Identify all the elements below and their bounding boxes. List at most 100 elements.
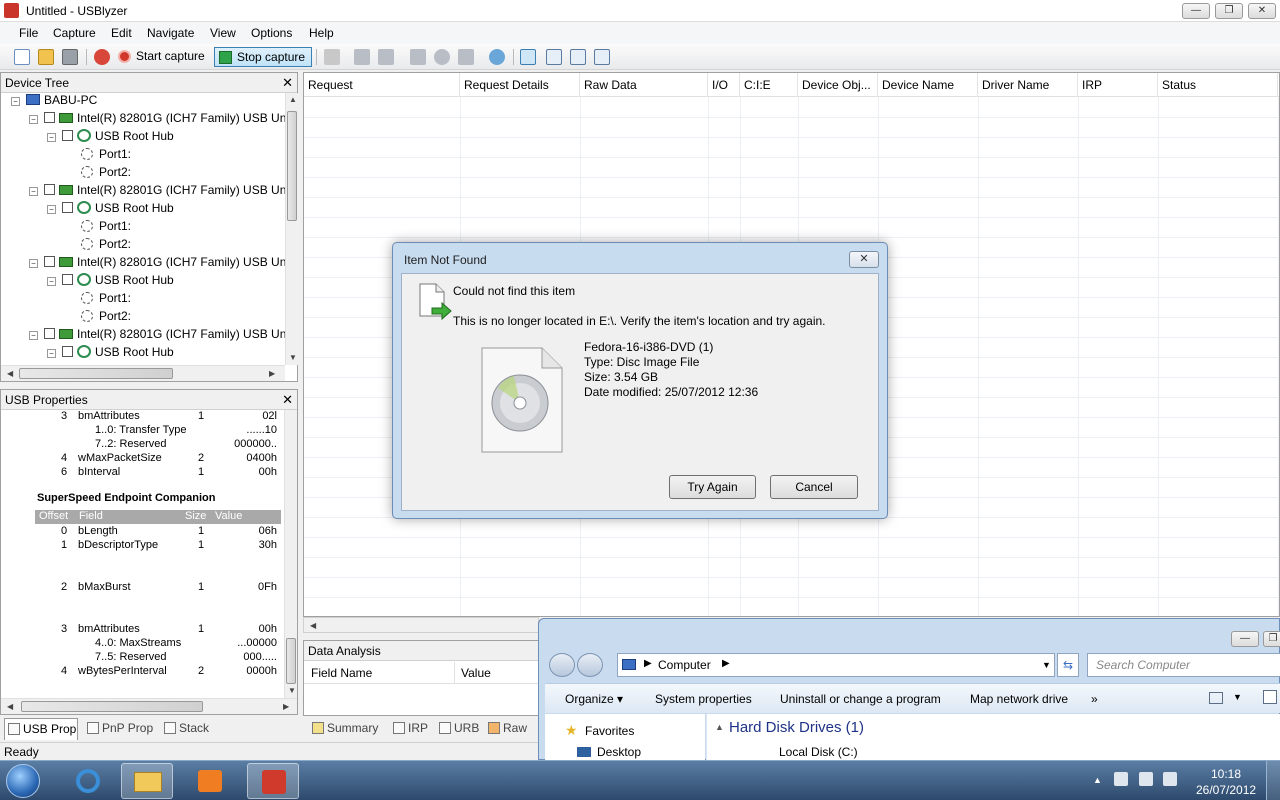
tab-urb[interactable]: URB (436, 718, 480, 740)
column-header[interactable]: C:I:E (740, 73, 798, 97)
tree-collapse-icon[interactable]: − (47, 133, 56, 142)
start-capture-button[interactable]: Start capture (114, 47, 211, 67)
usblyzer-taskbar-button[interactable] (247, 763, 299, 799)
refresh-address-icon[interactable]: ⇆ (1057, 653, 1079, 677)
column-value[interactable]: Value (461, 666, 491, 680)
property-row[interactable]: 4 wMaxPacketSize 2 0400h (1, 452, 281, 466)
address-dropdown-icon[interactable]: ▼ (1042, 660, 1051, 670)
try-again-button[interactable]: Try Again (669, 475, 756, 499)
map-network-drive-button[interactable]: Map network drive (970, 692, 1068, 706)
capture-settings-icon[interactable] (94, 49, 110, 65)
clock-date[interactable]: 26/07/2012 (1196, 783, 1256, 797)
dialog-close-button[interactable]: ✕ (849, 251, 879, 268)
tree-collapse-icon[interactable]: − (29, 331, 38, 340)
go-back-icon[interactable] (410, 49, 426, 65)
tree-item-hub[interactable]: − USB Root Hub (47, 273, 174, 291)
property-row[interactable]: 7..5: Reserved 000..... (1, 651, 281, 665)
usb-properties-vscroll-thumb[interactable] (286, 638, 296, 684)
tree-item-card[interactable]: − Intel(R) 82801G (ICH7 Family) USB Univ (29, 327, 285, 345)
close-window-button[interactable]: ✕ (1248, 3, 1276, 19)
search-box[interactable]: Search Computer (1087, 653, 1280, 677)
tree-collapse-icon[interactable]: − (29, 115, 38, 124)
layout-1-icon[interactable] (520, 49, 536, 65)
menu-navigate[interactable]: Navigate (147, 26, 194, 40)
tab-summary[interactable]: Summary (309, 718, 384, 740)
usb-properties-hscroll-thumb[interactable] (21, 701, 203, 712)
tree-item-port[interactable]: Port1: (65, 219, 131, 237)
tab-usb-prop[interactable]: USB Prop (4, 718, 78, 740)
menu-view[interactable]: View (210, 26, 236, 40)
more-commands-button[interactable]: » (1091, 692, 1098, 706)
find-icon[interactable] (434, 49, 450, 65)
address-bar[interactable]: ▶ Computer ▶ ▼ (617, 653, 1055, 677)
tab-irp[interactable]: IRP (390, 718, 432, 740)
save-icon[interactable] (62, 49, 78, 65)
collapse-group-icon[interactable]: ▲ (715, 722, 724, 732)
column-header[interactable]: Driver Name (978, 73, 1078, 97)
menu-capture[interactable]: Capture (53, 26, 96, 40)
tab-pnp-prop[interactable]: PnP Prop (84, 718, 156, 740)
new-file-icon[interactable] (14, 49, 30, 65)
tree-collapse-icon[interactable]: − (47, 205, 56, 214)
preview-pane-icon[interactable] (1263, 690, 1277, 704)
device-tree-vscroll-thumb[interactable] (287, 111, 297, 221)
property-row[interactable]: 4..0: MaxStreams ...00000 (1, 637, 281, 651)
cancel-button[interactable]: Cancel (770, 475, 858, 499)
device-checkbox[interactable] (62, 202, 73, 213)
minimize-button[interactable]: — (1182, 3, 1210, 19)
device-checkbox[interactable] (44, 328, 55, 339)
tree-collapse-icon[interactable]: − (47, 349, 56, 358)
layout-3-icon[interactable] (570, 49, 586, 65)
tree-collapse-icon[interactable]: − (47, 277, 56, 286)
device-tree-hscrollbar[interactable]: ◀ ▶ (1, 365, 285, 381)
properties-icon[interactable] (324, 49, 340, 65)
media-player-taskbar-button[interactable] (184, 763, 236, 799)
menu-file[interactable]: File (19, 26, 38, 40)
device-checkbox[interactable] (62, 130, 73, 141)
action-center-icon[interactable] (1139, 772, 1153, 786)
uninstall-program-button[interactable]: Uninstall or change a program (780, 692, 941, 706)
device-checkbox[interactable] (62, 346, 73, 357)
property-row[interactable]: 3 bmAttributes 1 00h (1, 623, 281, 637)
show-hidden-icons[interactable]: ▲ (1093, 775, 1102, 785)
back-button[interactable] (549, 653, 575, 677)
layout-4-icon[interactable] (594, 49, 610, 65)
property-row[interactable]: 1 bDescriptorType 1 30h (1, 539, 281, 553)
volume-icon[interactable] (1114, 772, 1128, 786)
forward-button[interactable] (577, 653, 603, 677)
view-options-icon[interactable] (1209, 692, 1223, 704)
windows-explorer-taskbar-button[interactable] (121, 763, 173, 799)
column-field-name[interactable]: Field Name (311, 666, 372, 680)
tree-collapse-icon[interactable]: − (11, 97, 20, 106)
explorer-minimize-button[interactable]: — (1231, 631, 1259, 647)
maximize-button[interactable]: ❐ (1215, 3, 1243, 19)
explorer-maximize-button[interactable]: ❐ (1263, 631, 1280, 647)
tree-collapse-icon[interactable]: − (29, 259, 38, 268)
show-desktop-button[interactable] (1266, 761, 1280, 800)
refresh-icon[interactable] (489, 49, 505, 65)
menu-help[interactable]: Help (309, 26, 334, 40)
tree-item-pc[interactable]: − BABU-PC (11, 93, 97, 111)
organize-button[interactable]: Organize ▾ (565, 692, 623, 706)
menu-edit[interactable]: Edit (111, 26, 132, 40)
device-checkbox[interactable] (44, 112, 55, 123)
usb-properties-hscrollbar[interactable]: ◀ ▶ (1, 698, 297, 714)
property-row[interactable]: 0 bLength 1 06h (1, 525, 281, 539)
filter-settings-icon[interactable] (354, 49, 370, 65)
tree-collapse-icon[interactable]: − (29, 187, 38, 196)
tree-item-hub[interactable]: − USB Root Hub (47, 345, 174, 363)
group-title-hard-disk-drives[interactable]: Hard Disk Drives (1) (729, 719, 864, 736)
property-row[interactable]: 1..0: Transfer Type ......10 (1, 424, 281, 438)
start-button[interactable] (6, 764, 40, 798)
device-tree-vscrollbar[interactable]: ▲ ▼ (285, 93, 298, 365)
layout-2-icon[interactable] (546, 49, 562, 65)
column-header[interactable]: IRP (1078, 73, 1158, 97)
property-row[interactable]: 6 bInterval 1 00h (1, 466, 281, 480)
property-row[interactable]: 3 bmAttributes 1 02l (1, 410, 281, 424)
desktop-link[interactable]: Desktop (597, 745, 641, 759)
tab-stack[interactable]: Stack (161, 718, 217, 740)
device-tree-hscroll-thumb[interactable] (19, 368, 173, 379)
column-header[interactable]: Request Details (460, 73, 580, 97)
request-grid-hscrollbar[interactable]: ◀ (303, 617, 539, 633)
device-checkbox[interactable] (44, 256, 55, 267)
